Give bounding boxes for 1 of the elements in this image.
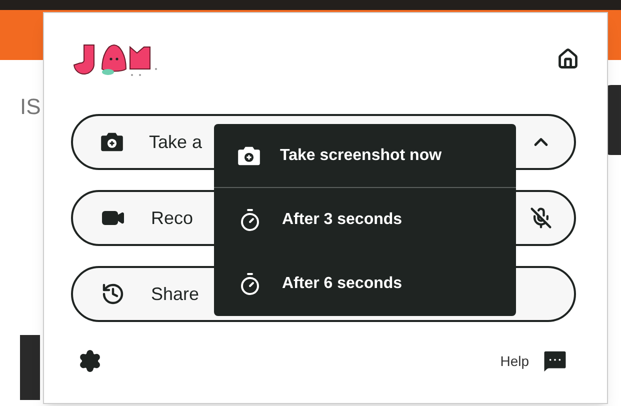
page-text: IS (20, 93, 41, 121)
